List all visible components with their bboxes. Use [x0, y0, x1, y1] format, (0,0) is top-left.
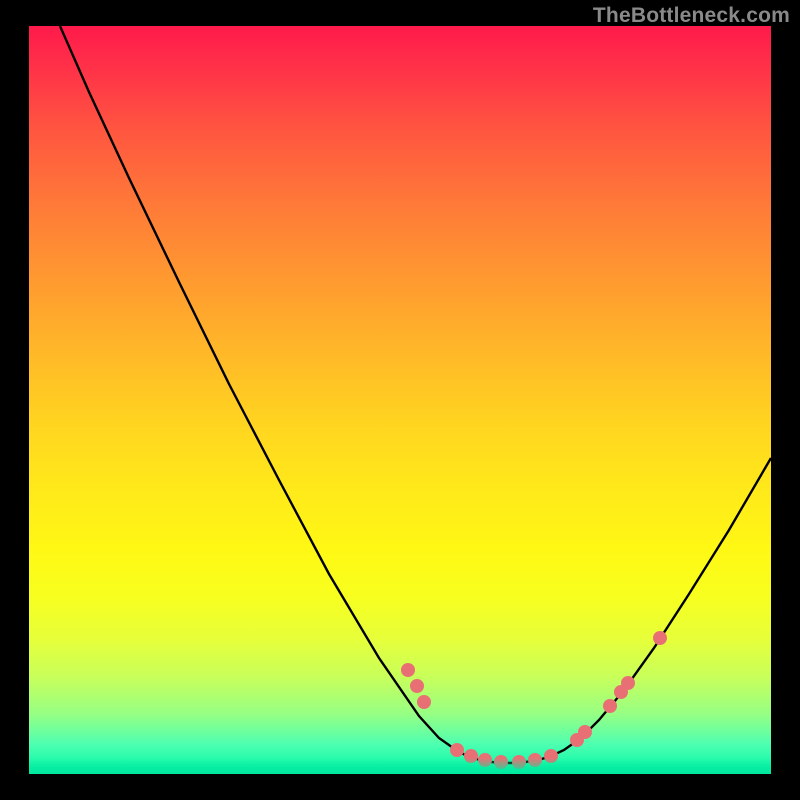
watermark-text: TheBottleneck.com [593, 4, 790, 28]
marker-dot [417, 695, 431, 709]
marker-dot [578, 725, 592, 739]
marker-dot [450, 743, 464, 757]
marker-dot [401, 663, 415, 677]
baseline-band [29, 758, 771, 774]
marker-dot [653, 631, 667, 645]
bottleneck-curve [29, 26, 771, 774]
chart-area [29, 26, 771, 774]
marker-dot [621, 676, 635, 690]
marker-dot [603, 699, 617, 713]
marker-dot [410, 679, 424, 693]
